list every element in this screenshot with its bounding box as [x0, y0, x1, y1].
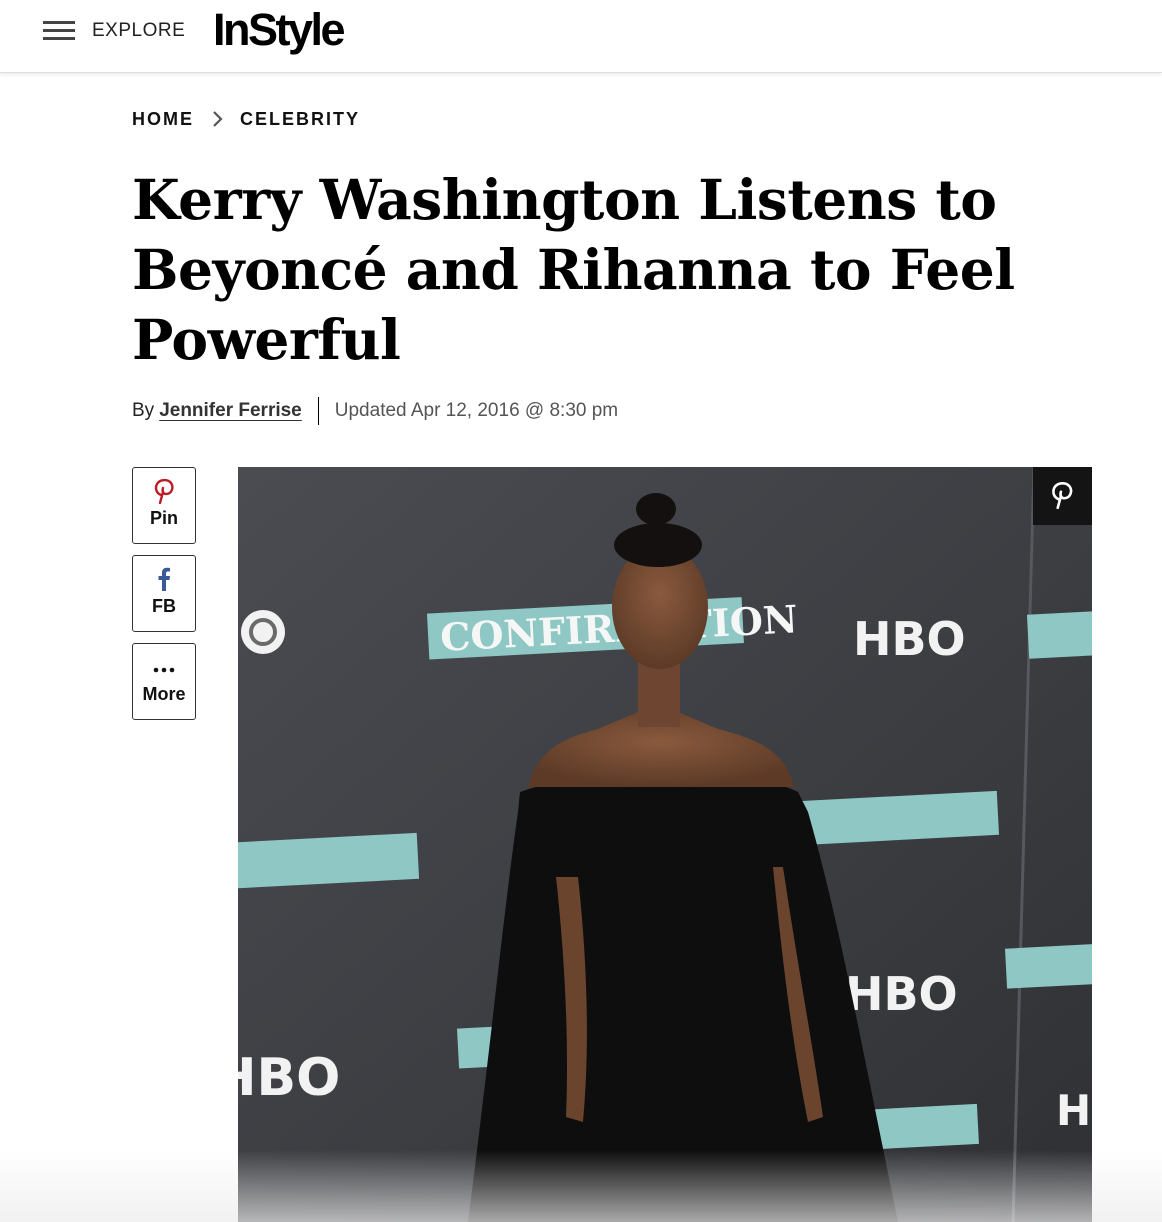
facebook-icon	[158, 567, 170, 591]
instyle-logo[interactable]: InStyle	[213, 4, 346, 56]
updated-date: Updated Apr 12, 2016 @ 8:30 pm	[334, 400, 619, 421]
hamburger-menu-icon[interactable]	[43, 21, 76, 43]
pinterest-icon	[1052, 481, 1073, 509]
pinterest-icon	[154, 478, 174, 504]
chevron-right-icon	[213, 111, 223, 127]
byline-divider	[317, 397, 319, 425]
top-nav-bar: EXPLORE InStyle	[0, 0, 1162, 73]
breadcrumb-celebrity-link[interactable]: CELEBRITY	[240, 109, 360, 130]
svg-text:HB: HB	[1056, 1086, 1092, 1135]
more-label: More	[142, 684, 186, 704]
hero-photo-illustration: CONFIRMATION HBO HBO HBO HB	[238, 467, 1092, 1222]
article-title: Kerry Washington Listens to Beyoncé and …	[132, 167, 1015, 372]
pin-share-button[interactable]: Pin	[132, 467, 196, 544]
breadcrumb-home-link[interactable]: HOME	[132, 109, 194, 130]
author-link[interactable]: Jennifer Ferrise	[159, 400, 302, 422]
more-share-button[interactable]: More	[132, 643, 196, 720]
breadcrumb: HOME CELEBRITY	[132, 108, 360, 130]
byline: By Jennifer Ferrise Updated Apr 12, 2016…	[132, 397, 618, 425]
svg-text:HBO: HBO	[238, 1048, 340, 1108]
backdrop-hbo-text: HBO	[853, 612, 966, 666]
hero-image[interactable]: CONFIRMATION HBO HBO HBO HB	[238, 467, 1092, 1222]
image-pin-button[interactable]	[1033, 467, 1092, 525]
fb-label: FB	[152, 596, 176, 616]
explore-menu-button[interactable]: EXPLORE	[92, 20, 185, 42]
more-dots-icon	[153, 667, 175, 673]
byline-prefix: By	[132, 400, 155, 421]
pin-label: Pin	[149, 508, 178, 528]
facebook-share-button[interactable]: FB	[132, 555, 196, 632]
svg-text:HBO: HBO	[845, 967, 958, 1021]
